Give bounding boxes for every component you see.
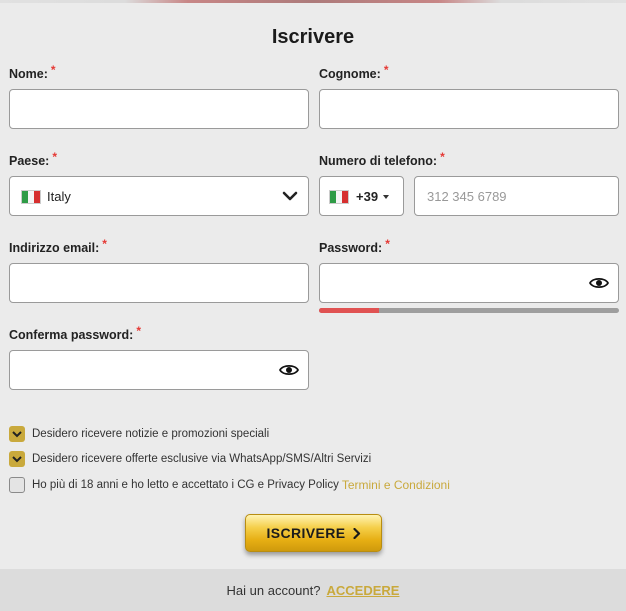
password-label-text: Password: (319, 241, 383, 255)
email-label-text: Indirizzo email: (9, 241, 100, 255)
first-name-field[interactable] (9, 89, 309, 129)
phone-field[interactable] (414, 176, 619, 216)
email-label: Indirizzo email: * (9, 237, 107, 255)
dial-code-value: +39 (356, 189, 379, 204)
eye-icon[interactable] (279, 362, 299, 378)
confirm-password-input[interactable] (10, 351, 308, 389)
register-button-label: ISCRIVERE (266, 525, 346, 541)
terms-link[interactable]: Termini e Condizioni (342, 478, 450, 492)
whatsapp-checkbox-row[interactable]: Desidero ricevere offerte esclusive via … (9, 451, 371, 467)
first-name-label: Nome: * (9, 63, 56, 81)
page-title: Iscrivere (271, 26, 355, 48)
required-mark: * (385, 237, 390, 251)
first-name-input[interactable] (10, 90, 308, 128)
newsletter-checkbox-label: Desidero ricevere notizie e promozioni s… (32, 428, 270, 440)
first-name-label-text: Nome: (9, 67, 48, 81)
password-input[interactable] (320, 264, 618, 302)
country-label-text: Paese: (9, 154, 50, 168)
required-mark: * (440, 150, 445, 164)
password-strength-fill (319, 308, 379, 313)
caret-down-icon (383, 195, 389, 199)
italy-flag-icon (329, 190, 349, 204)
required-mark: * (50, 63, 56, 77)
login-link[interactable]: ACCEDERE (326, 583, 399, 598)
last-name-field[interactable] (319, 89, 619, 129)
chevron-down-icon (282, 191, 298, 201)
required-mark: * (383, 63, 389, 77)
whatsapp-checkbox[interactable] (9, 451, 25, 467)
email-field[interactable] (9, 263, 309, 303)
register-button[interactable]: ISCRIVERE (245, 514, 382, 552)
login-question: Hai un account? (226, 582, 321, 598)
phone-label: Numero di telefono: * (319, 150, 445, 168)
email-input[interactable] (10, 264, 308, 302)
newsletter-checkbox[interactable] (9, 426, 25, 442)
chevron-right-icon (352, 527, 360, 539)
password-field[interactable] (319, 263, 619, 303)
country-selected-value: Italy (47, 189, 71, 204)
confirm-password-field[interactable] (9, 350, 309, 390)
newsletter-checkbox-row[interactable]: Desidero ricevere notizie e promozioni s… (9, 426, 269, 442)
country-label: Paese: * (9, 150, 57, 168)
last-name-label: Cognome: * (319, 63, 388, 81)
terms-checkbox-label: Ho più di 18 anni e ho letto e accettato… (32, 479, 339, 491)
italy-flag-icon (21, 190, 41, 204)
terms-checkbox[interactable] (9, 477, 25, 493)
confirm-password-label-text: Conferma password: (9, 328, 134, 342)
country-select[interactable]: Italy (9, 176, 309, 216)
confirm-password-label: Conferma password: * (9, 324, 141, 342)
whatsapp-checkbox-label: Desidero ricevere offerte esclusive via … (32, 453, 372, 465)
phone-input[interactable] (415, 177, 618, 215)
required-mark: * (52, 150, 57, 164)
terms-checkbox-row[interactable]: Ho più di 18 anni e ho letto e accettato… (9, 477, 450, 493)
check-icon (12, 431, 22, 438)
phone-label-text: Numero di telefono: (319, 154, 438, 168)
dial-code-select[interactable]: +39 (319, 176, 404, 216)
login-footer: Hai un account? ACCEDERE (0, 569, 626, 611)
required-mark: * (136, 324, 142, 338)
last-name-input[interactable] (320, 90, 618, 128)
check-icon (12, 456, 22, 463)
last-name-label-text: Cognome: (319, 67, 381, 81)
required-mark: * (102, 237, 107, 251)
password-label: Password: * (319, 237, 390, 255)
top-banner-strip (0, 0, 626, 3)
password-strength-bar (319, 308, 619, 313)
eye-icon[interactable] (589, 275, 609, 291)
